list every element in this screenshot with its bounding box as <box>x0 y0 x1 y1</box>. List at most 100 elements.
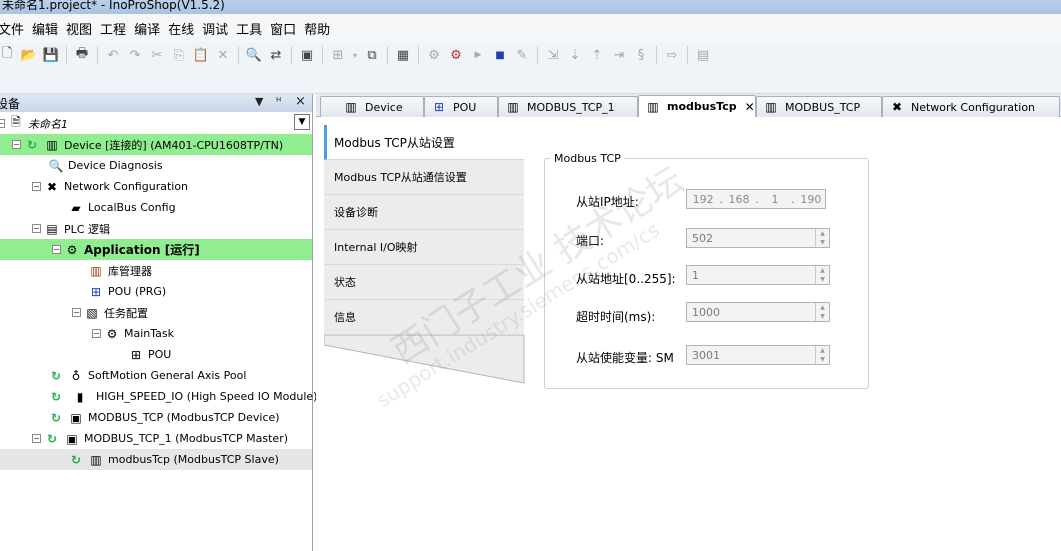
login-icon[interactable]: ⚙ <box>424 45 444 65</box>
ip-octet[interactable]: 168 <box>725 193 753 206</box>
step-out-icon[interactable]: ⇡ <box>587 45 607 65</box>
tree-item-modbus-tcp-1[interactable]: − ↻ ▣ MODBUS_TCP_1 (ModbusTCP Master) <box>0 428 312 449</box>
stop-icon[interactable]: ■ <box>490 45 510 65</box>
monitor-icon[interactable]: ▤ <box>693 45 713 65</box>
nav-slave-comm-settings[interactable]: Modbus TCP从站通信设置 <box>324 160 524 195</box>
menu-tools[interactable]: 工具 <box>236 19 270 38</box>
tab-modbus-tcp[interactable]: ▥ MODBUS_TCP <box>756 96 882 117</box>
tree-item-modbustcp-slave[interactable]: ↻ ▥ modbusTcp (ModbusTCP Slave) <box>0 449 312 470</box>
close-icon[interactable]: ✕ <box>745 100 755 114</box>
pin-icon[interactable]: ᴴ <box>276 95 281 108</box>
undo-icon[interactable]: ↶ <box>103 45 123 65</box>
tree-item-library-manager[interactable]: ▥ 库管理器 <box>0 260 312 281</box>
spinner-icon[interactable]: ▲ ▼ <box>815 346 829 364</box>
tree-item-softmotion[interactable]: ↻ ♁ SoftMotion General Axis Pool <box>0 365 312 386</box>
menu-edit[interactable]: 编辑 <box>32 19 66 38</box>
nav-slave-settings[interactable]: Modbus TCP从站设置 <box>324 125 524 160</box>
ip-octet[interactable]: 192 <box>689 193 717 206</box>
slave-enable-field[interactable]: 3001 ▲ ▼ <box>686 345 830 365</box>
nav-label: Modbus TCP从站设置 <box>334 135 455 150</box>
delete-icon[interactable]: ✕ <box>213 45 233 65</box>
slave-address-field[interactable]: 1 ▲ ▼ <box>686 265 830 285</box>
nav-status[interactable]: 状态 <box>324 265 524 300</box>
run-to-cursor-icon[interactable]: ⇥ <box>609 45 629 65</box>
tree-item-label: PLC 逻辑 <box>64 222 110 236</box>
pane-close-icon[interactable]: × <box>295 94 306 109</box>
cut-icon[interactable]: ✂ <box>147 45 167 65</box>
build-icon[interactable]: ▦ <box>393 45 413 65</box>
collapse-icon[interactable]: − <box>72 308 81 317</box>
tab-pou[interactable]: ⊞ POU <box>424 96 498 117</box>
grid-icon[interactable]: ⊞ <box>328 45 348 65</box>
pane-menu-icon[interactable]: ▼ <box>255 95 263 108</box>
timeout-field[interactable]: 1000 ▲ ▼ <box>686 302 830 322</box>
tab-device[interactable]: ▥ Device <box>320 96 424 117</box>
nav-information[interactable]: 信息 <box>324 300 524 335</box>
open-icon[interactable]: 📂 <box>19 45 39 65</box>
menu-project[interactable]: 工程 <box>100 19 134 38</box>
find-icon[interactable]: 🔍 <box>244 45 264 65</box>
redo-icon[interactable]: ↷ <box>125 45 145 65</box>
ip-octet[interactable]: 190 <box>797 193 825 206</box>
tree-item-pou-call[interactable]: ⊞ POU <box>0 344 312 365</box>
menu-debug[interactable]: 调试 <box>202 19 236 38</box>
paste-icon[interactable]: 📋 <box>191 45 211 65</box>
spinner-icon[interactable]: ▲ ▼ <box>815 229 829 247</box>
tab-label: POU <box>453 100 477 114</box>
collapse-icon[interactable]: − <box>0 119 5 128</box>
tab-modbustcp[interactable]: ▥ modbusTcp ✕ <box>638 95 756 117</box>
copy-icon[interactable]: ⎘ <box>169 45 189 65</box>
step-over-icon[interactable]: ⇲ <box>543 45 563 65</box>
nav-label: Internal I/O映射 <box>334 241 418 254</box>
menu-window[interactable]: 窗口 <box>270 19 304 38</box>
menu-build[interactable]: 编译 <box>134 19 168 38</box>
tab-label: MODBUS_TCP_1 <box>527 100 615 114</box>
spinner-icon[interactable]: ▲ ▼ <box>815 266 829 284</box>
save-icon[interactable]: 💾 <box>41 45 61 65</box>
nav-internal-io-mapping[interactable]: Internal I/O映射 <box>324 230 524 265</box>
add-icon[interactable]: ⧉ <box>362 45 382 65</box>
tree-item-localbus-config[interactable]: ▰ LocalBus Config <box>0 197 312 218</box>
tree-item-high-speed-io[interactable]: ↻ ▮ HIGH_SPEED_IO (High Speed IO Module) <box>0 386 317 407</box>
watch-icon[interactable]: ⇨ <box>662 45 682 65</box>
tree-item-modbus-tcp[interactable]: ↻ ▣ MODBUS_TCP (ModbusTCP Device) <box>0 407 312 428</box>
ip-octet[interactable]: 1 <box>761 193 789 206</box>
new-icon[interactable]: 🗋 <box>0 45 17 65</box>
tab-network-configuration[interactable]: ✖ Network Configuration <box>882 96 1060 117</box>
toolbar-separator <box>656 46 657 64</box>
tree-item-network-configuration[interactable]: − ✖ Network Configuration <box>0 176 312 197</box>
collapse-icon[interactable]: − <box>32 182 41 191</box>
logout-icon[interactable]: ⚙ <box>446 45 466 65</box>
tree-item-device-diagnosis[interactable]: 🔍 Device Diagnosis <box>0 155 312 176</box>
collapse-icon[interactable]: − <box>92 329 101 338</box>
collapse-icon[interactable]: − <box>52 245 61 254</box>
reset-icon[interactable]: ✎ <box>512 45 532 65</box>
dropdown-icon[interactable]: ▾ <box>350 45 360 65</box>
tree-item-project[interactable]: − 🗎 未命名1 <box>0 113 312 134</box>
port-field[interactable]: 502 ▲ ▼ <box>686 228 830 248</box>
menu-view[interactable]: 视图 <box>66 19 100 38</box>
nav-device-diagnosis[interactable]: 设备诊断 <box>324 195 524 230</box>
tree-item-task-configuration[interactable]: − ▧ 任务配置 <box>0 302 312 323</box>
step-into-icon[interactable]: ⇣ <box>565 45 585 65</box>
tab-modbus-tcp-1[interactable]: ▥ MODBUS_TCP_1 <box>498 96 638 117</box>
tree-item-maintask[interactable]: − ⚙ MainTask <box>0 323 312 344</box>
menu-online[interactable]: 在线 <box>168 19 202 38</box>
breakpoint-icon[interactable]: § <box>631 45 651 65</box>
print-icon[interactable]: 🖶 <box>72 45 92 65</box>
run-icon[interactable]: ▶ <box>468 45 488 65</box>
ip-address-field[interactable]: 192 . 168 . 1 . 190 <box>686 189 826 209</box>
collapse-icon[interactable]: − <box>32 224 41 233</box>
tree-item-plc-logic[interactable]: − ▤ PLC 逻辑 <box>0 218 312 239</box>
tree-item-application[interactable]: − ⚙ Application [运行] <box>0 239 312 260</box>
object-icon[interactable]: ▣ <box>297 45 317 65</box>
menu-file[interactable]: 文件 <box>0 19 32 38</box>
collapse-icon[interactable]: − <box>32 434 41 443</box>
menu-help[interactable]: 帮助 <box>304 19 338 38</box>
collapse-icon[interactable]: − <box>12 140 21 149</box>
tree-item-device[interactable]: − ↻ ▥ Device [连接的] (AM401-CPU1608TP/TN) <box>0 134 312 155</box>
tree-item-pou-prg[interactable]: ⊞ POU (PRG) <box>0 281 312 302</box>
tree-item-label: HIGH_SPEED_IO (High Speed IO Module) <box>96 390 318 403</box>
spinner-icon[interactable]: ▲ ▼ <box>815 303 829 321</box>
replace-icon[interactable]: ⇄ <box>266 45 286 65</box>
